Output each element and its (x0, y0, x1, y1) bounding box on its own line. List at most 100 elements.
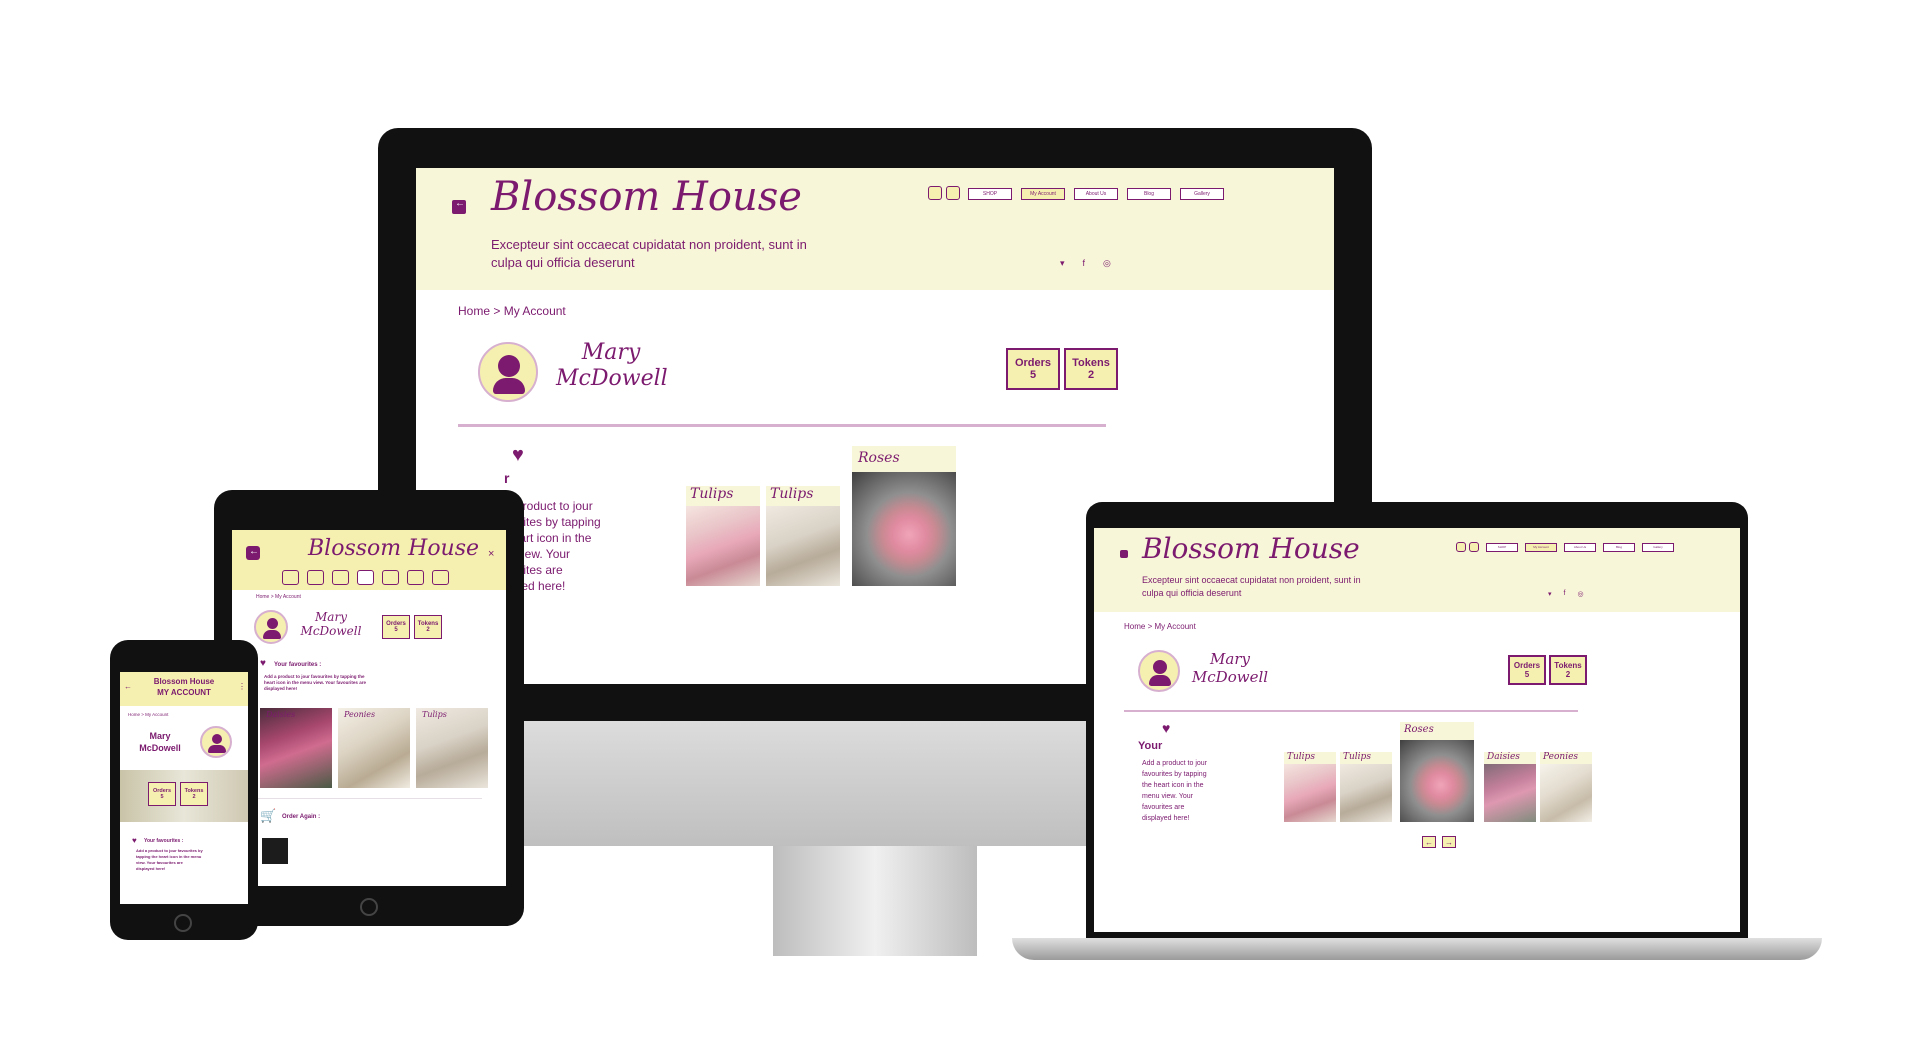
product-photo (686, 506, 760, 586)
nav-blog[interactable]: Blog (1127, 188, 1171, 200)
product-card-daisies[interactable]: Daisies (1484, 752, 1536, 822)
arrow-right-icon: → (1445, 837, 1453, 847)
facebook-icon[interactable]: f (1564, 590, 1566, 598)
carousel-prev-button[interactable]: ← (1422, 836, 1436, 848)
product-card-daisies[interactable]: Daisies (260, 708, 332, 788)
user-icon[interactable] (357, 570, 374, 585)
carousel-next-button[interactable]: → (1442, 836, 1456, 848)
tablet-screen: ← Blossom House × Home > My Account Mary… (232, 530, 506, 886)
phone-screen: ← Blossom House MY ACCOUNT ⋮ Home > My A… (120, 672, 248, 904)
site-header: Blossom House Excepteur sint occaecat cu… (1094, 528, 1740, 612)
favourites-description: Add a product to jour favourites by tapp… (264, 674, 366, 691)
phone-home-button[interactable] (174, 914, 192, 932)
location-icon[interactable] (382, 570, 399, 585)
site-logo[interactable]: Blossom House (491, 174, 802, 220)
gallery-icon[interactable] (432, 570, 449, 585)
laptop-base (1012, 938, 1822, 960)
order-again-thumbnail[interactable] (262, 838, 288, 864)
tokens-stat[interactable]: Tokens 2 (1549, 655, 1587, 685)
tokens-stat[interactable]: Tokens 2 (1064, 348, 1118, 390)
user-name: Mary McDowell (556, 340, 668, 392)
divider (1124, 710, 1578, 712)
tablet-home-button[interactable] (360, 898, 378, 916)
tablet: ← Blossom House × Home > My Account Mary… (214, 490, 524, 926)
home-icon[interactable] (282, 570, 299, 585)
favourites-description: Add a product to jour favourites by tapp… (136, 848, 203, 871)
avatar (200, 726, 232, 758)
search-icon[interactable] (946, 186, 960, 200)
instagram-icon[interactable]: ◎ (1577, 590, 1583, 598)
orders-stat[interactable]: Orders 5 (1006, 348, 1060, 390)
orders-stat[interactable]: Orders 5 (148, 782, 176, 806)
nav-about-us[interactable]: About Us (1564, 543, 1596, 552)
back-button[interactable] (1120, 550, 1128, 558)
phone-title: Blossom House MY ACCOUNT (153, 677, 215, 697)
close-icon[interactable]: × (488, 548, 494, 560)
heart-icon: ♥ (512, 444, 524, 466)
cart-icon[interactable] (307, 570, 324, 585)
nav-gallery[interactable]: Gallery (1642, 543, 1674, 552)
tag-icon[interactable] (407, 570, 424, 585)
social-links: ▾ f ◎ (1060, 258, 1111, 269)
back-button[interactable]: ← (452, 198, 466, 214)
phone-header: ← Blossom House MY ACCOUNT ⋮ (120, 672, 248, 706)
product-card-peonies[interactable]: Peonies (338, 708, 410, 788)
user-name: Mary McDowell (139, 731, 181, 753)
nav-about-us[interactable]: About Us (1074, 188, 1118, 200)
nav-my-account[interactable]: My Account (1021, 188, 1065, 200)
breadcrumb: Home > My Account (458, 304, 566, 318)
product-card-peonies[interactable]: Peonies (1540, 752, 1592, 822)
cart-icon: 🛒 (260, 808, 277, 823)
back-button[interactable]: ← (124, 682, 132, 691)
twitter-icon[interactable]: ▾ (1548, 590, 1552, 598)
site-logo[interactable]: Blossom House (308, 536, 479, 561)
back-button[interactable]: ← (246, 546, 260, 560)
tokens-stat[interactable]: Tokens 2 (180, 782, 208, 806)
twitter-icon[interactable]: ▾ (1060, 258, 1065, 269)
home-icon[interactable] (1456, 542, 1466, 552)
search-icon[interactable] (332, 570, 349, 585)
instagram-icon[interactable]: ◎ (1103, 258, 1111, 269)
product-card-roses[interactable]: Roses (1400, 722, 1474, 822)
product-card-tulips-2[interactable]: Tulips (1340, 752, 1392, 822)
product-card-tulips[interactable]: Tulips (686, 486, 760, 586)
search-icon[interactable] (1469, 542, 1479, 552)
breadcrumb: Home > My Account (1124, 622, 1196, 631)
product-card-tulips[interactable]: Tulips (416, 708, 488, 788)
favourites-heading: Your (1138, 740, 1163, 752)
nav-my-account[interactable]: My Account (1525, 543, 1557, 552)
orders-value: 5 (1029, 369, 1037, 381)
home-icon[interactable] (928, 186, 942, 200)
product-photo (852, 472, 956, 586)
arrow-left-icon: ← (249, 546, 259, 557)
tokens-stat[interactable]: Tokens 2 (414, 615, 442, 639)
product-card-tulips[interactable]: Tulips (1284, 752, 1336, 822)
user-icon (1153, 660, 1167, 674)
facebook-icon[interactable]: f (1083, 258, 1086, 269)
product-card-roses[interactable]: Roses (852, 446, 956, 586)
orders-stat[interactable]: Orders 5 (382, 615, 410, 639)
nav-shop[interactable]: SHOP (968, 188, 1012, 200)
nav-shop[interactable]: SHOP (1486, 543, 1518, 552)
tablet-header: ← Blossom House × (232, 530, 506, 590)
orders-stat[interactable]: Orders 5 (1508, 655, 1546, 685)
laptop-screen: Blossom House Excepteur sint occaecat cu… (1094, 528, 1740, 932)
favourites-heading: r (504, 470, 510, 486)
site-header: ← Blossom House Excepteur sint occaecat … (416, 168, 1334, 290)
divider (256, 798, 482, 799)
breadcrumb-home[interactable]: Home (458, 304, 490, 318)
product-card-tulips-2[interactable]: Tulips (766, 486, 840, 586)
tokens-value: 2 (1087, 369, 1095, 381)
avatar (1138, 650, 1180, 692)
nav-blog[interactable]: Blog (1603, 543, 1635, 552)
tagline-line: Excepteur sint occaecat cupidatat non pr… (491, 237, 807, 252)
favourites-heading: Your favourites : (144, 838, 184, 844)
laptop: Blossom House Excepteur sint occaecat cu… (1012, 498, 1822, 968)
social-links: ▾ f ◎ (1548, 590, 1584, 598)
more-vertical-icon[interactable]: ⋮ (238, 682, 246, 691)
tokens-label: Tokens (1072, 357, 1110, 369)
main-nav: SHOP My Account About Us Blog Gallery (968, 188, 1224, 200)
nav-gallery[interactable]: Gallery (1180, 188, 1224, 200)
site-logo[interactable]: Blossom House (1142, 532, 1360, 565)
product-label: Roses (852, 446, 956, 472)
